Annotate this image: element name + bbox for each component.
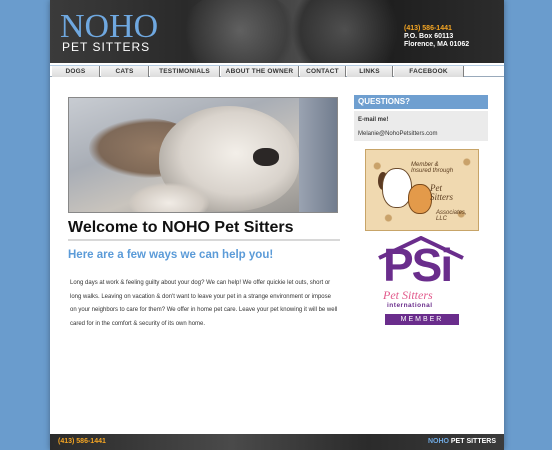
psi-member-label: MEMBER [385,314,459,325]
hero-blanket [299,98,337,212]
nav-item-about-owner[interactable]: ABOUT THE OWNER [221,66,299,77]
hero-dog-image [68,97,338,213]
footer-brand-pet-sitters: PET SITTERS [448,438,496,445]
nav-item-contact[interactable]: CONTACT [300,66,346,77]
psi-member-logo[interactable]: PSi Pet Sitters international MEMBER [375,236,467,328]
hero-dog-nose [253,148,279,166]
nav-item-facebook[interactable]: FACEBOOK [394,66,464,77]
nav-item-cats[interactable]: CATS [101,66,149,77]
header-city: Florence, MA 01062 [404,41,470,48]
badge-brand-2: Sitters [430,192,454,202]
questions-box: E-mail me! Melanie@NohoPetsitters.com [354,111,488,141]
site-logo-subtitle[interactable]: PET SITTERS [62,40,150,54]
badge-line-2: Insured through [411,168,454,174]
psi-org: international [387,302,433,309]
site-footer: (413) 586-1441 NOHO PET SITTERS [50,434,504,450]
nav-item-dogs[interactable]: DOGS [52,66,100,77]
header-contact-info: (413) 586-1441 P.O. Box 60113 Florence, … [404,25,469,49]
header-po-box: P.O. Box 60113 [404,33,454,40]
badge-cat-icon [408,184,432,214]
header-dog-photo [180,0,300,63]
badge-member-text: Member & Insured through [411,162,453,174]
site-logo[interactable]: NOHO [60,10,158,44]
intro-paragraph: Long days at work & feeling guilty about… [70,280,338,327]
pet-sitters-associates-badge[interactable]: Member & Insured through Pet Sitters Ass… [365,149,479,231]
nav-item-links[interactable]: LINKS [347,66,393,77]
page-title: Welcome to NOHO Pet Sitters [68,219,340,241]
header-dog-photo-2 [290,0,400,63]
badge-brand-text: Pet Sitters [430,184,453,202]
footer-brand: NOHO PET SITTERS [428,438,496,445]
nav-item-testimonials[interactable]: TESTIMONIALS [150,66,220,77]
email-link[interactable]: Melanie@NohoPetsitters.com [358,131,437,137]
email-label: E-mail me! [358,117,389,123]
footer-brand-noho: NOHO [427,438,449,445]
page-container: NOHO PET SITTERS (413) 586-1441 P.O. Box… [50,0,504,450]
footer-phone: (413) 586-1441 [58,438,106,445]
main-nav: DOGS CATS TESTIMONIALS ABOUT THE OWNER C… [50,65,504,77]
section-heading: Here are a few ways we can help you! [68,249,274,261]
questions-heading: QUESTIONS? [354,95,488,109]
psi-logo-letters: PSi [383,239,453,291]
psi-name: Pet Sitters [383,288,433,302]
site-header: NOHO PET SITTERS (413) 586-1441 P.O. Box… [50,0,504,63]
badge-associates-text: Associates, LLC [436,210,467,222]
header-phone: (413) 586-1441 [404,25,452,32]
